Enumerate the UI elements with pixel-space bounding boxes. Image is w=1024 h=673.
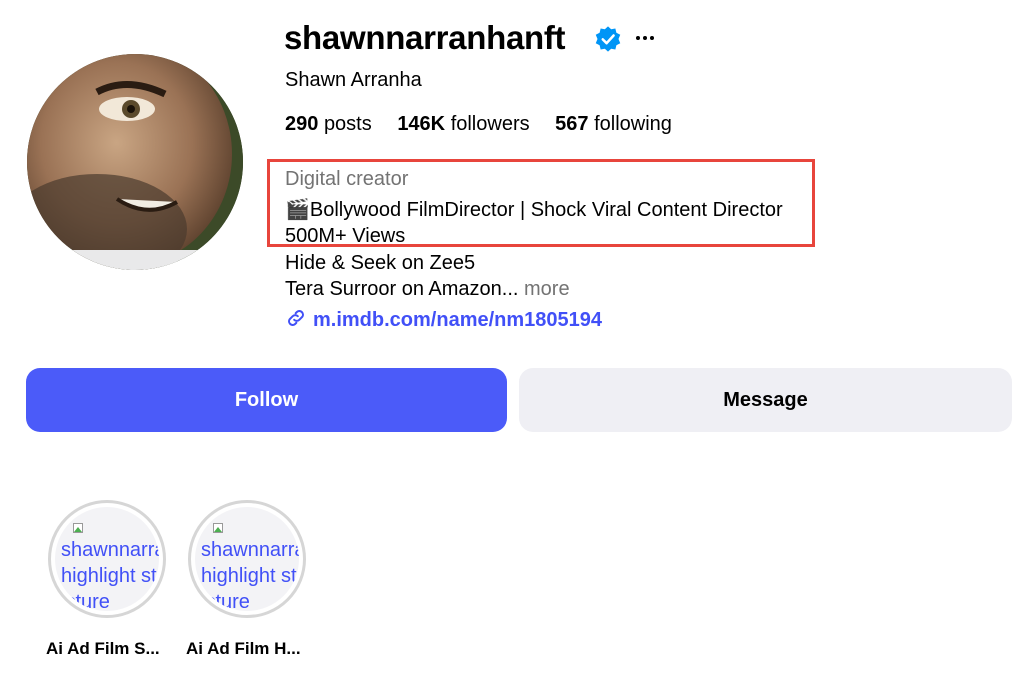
following-number: 567 <box>555 113 589 135</box>
highlight-label: Ai Ad Film S... <box>46 639 160 658</box>
username: shawnnarranhanft <box>284 19 566 56</box>
bio-line-3: Hide & Seek on Zee5 <box>285 252 476 274</box>
posts-number: 290 <box>285 113 319 135</box>
followers-label: followers <box>450 113 530 135</box>
more-options-icon[interactable] <box>632 25 658 51</box>
following-count[interactable]: 567 following <box>555 111 672 137</box>
highlight-cover[interactable]: shawnnarra highlight st icture <box>188 500 306 618</box>
highlight-alt-text: shawnnarra highlight st icture <box>61 539 159 611</box>
follow-button[interactable]: Follow <box>26 368 507 432</box>
followers-number: 146K <box>397 113 446 135</box>
bio-line-4-text: Tera Surroor on Amazon... <box>285 278 519 300</box>
full-name: Shawn Arranha <box>285 69 422 91</box>
highlight-image: shawnnarra highlight st icture <box>55 507 159 611</box>
broken-image-icon <box>213 523 223 533</box>
external-link-text: m.imdb.com/name/nm1805194 <box>313 309 603 331</box>
followers-count[interactable]: 146K followers <box>397 111 529 137</box>
profile-category: Digital creator <box>285 168 409 190</box>
highlight-cover[interactable]: shawnnarra highlight st icture <box>48 500 166 618</box>
avatar[interactable] <box>27 54 243 270</box>
bio-more-link[interactable]: more <box>524 278 570 300</box>
bio-line-2: 500M+ Views <box>285 225 406 247</box>
profile-photo <box>27 54 243 270</box>
following-label: following <box>594 113 672 135</box>
link-icon <box>288 310 304 326</box>
broken-image-icon <box>73 523 83 533</box>
verified-badge-icon <box>595 26 621 52</box>
highlight-image: shawnnarra highlight st icture <box>195 507 299 611</box>
story-highlight[interactable]: shawnnarra highlight st icture Ai Ad Fil… <box>46 500 172 658</box>
posts-label: posts <box>323 113 372 135</box>
story-highlight[interactable]: shawnnarra highlight st icture Ai Ad Fil… <box>186 500 312 658</box>
bio-line-4: Tera Surroor on Amazon... more <box>285 276 570 302</box>
external-link[interactable]: m.imdb.com/name/nm1805194 <box>285 307 602 333</box>
message-button[interactable]: Message <box>519 368 1012 432</box>
highlight-label: Ai Ad Film H... <box>186 639 301 658</box>
profile-stats: 290 posts 146K followers 567 following <box>285 111 692 137</box>
posts-count[interactable]: 290 posts <box>285 111 372 137</box>
bio-line-1: 🎬Bollywood FilmDirector | Shock Viral Co… <box>285 199 783 221</box>
highlight-alt-text: shawnnarra highlight st icture <box>201 539 299 611</box>
